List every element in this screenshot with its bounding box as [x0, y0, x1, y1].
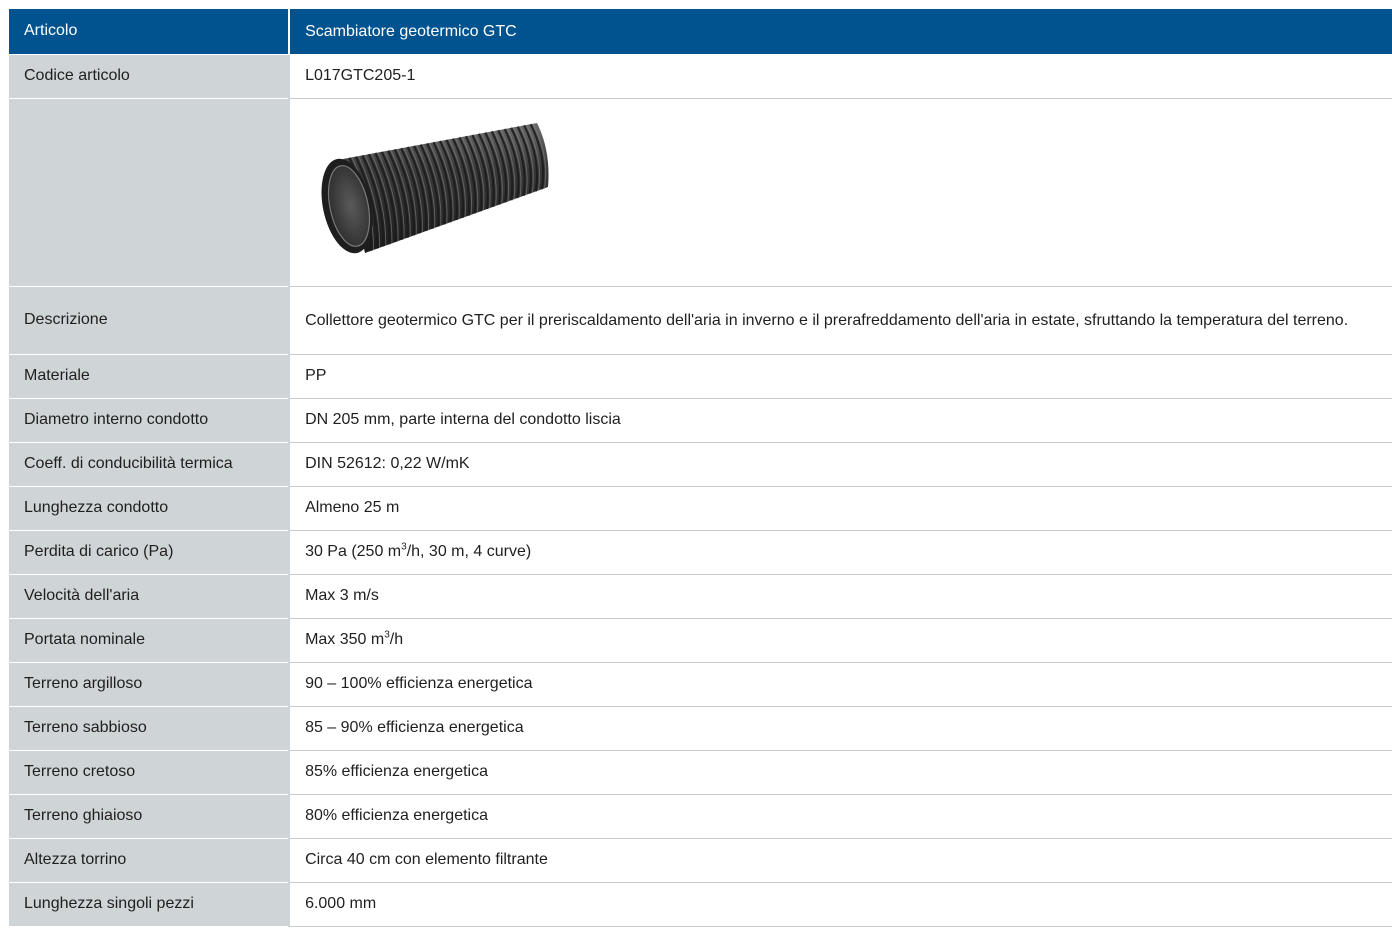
row-value: 80% efficienza energetica [288, 794, 1392, 839]
row-label: Diametro interno condotto [9, 397, 290, 443]
value-text: /h [389, 631, 404, 648]
header-row: Articolo Scambiatore geotermico GTC [9, 9, 1392, 54]
row-value: 90 – 100% efficienza energetica [288, 662, 1392, 707]
row-label: Coeff. di conducibilità termica [9, 441, 290, 487]
table-row: Diametro interno condotto DN 205 mm, par… [9, 397, 1392, 443]
table-row: Terreno argilloso 90 – 100% efficienza e… [9, 661, 1392, 707]
table-row: Materiale PP [9, 353, 1392, 399]
row-label: Terreno argilloso [9, 661, 290, 707]
row-value: Max 3 m/s [288, 574, 1392, 619]
row-label: Lunghezza condotto [9, 485, 290, 531]
description-row: Descrizione Collettore geotermico GTC pe… [9, 285, 1392, 355]
corrugated-pipe-image [305, 117, 555, 267]
row-value: 30 Pa (250 m3/h, 30 m, 4 curve) [288, 530, 1392, 575]
row-label: Terreno ghiaioso [9, 793, 290, 839]
row-value: Max 350 m3/h [288, 618, 1392, 663]
value-text: /h, 30 m, 4 curve) [406, 543, 532, 560]
table-row: Terreno sabbioso 85 – 90% efficienza ene… [9, 705, 1392, 751]
table-row: Coeff. di conducibilità termica DIN 5261… [9, 441, 1392, 487]
table-row: Velocità dell'aria Max 3 m/s [9, 573, 1392, 619]
image-cell [288, 98, 1392, 287]
row-value: DIN 52612: 0,22 W/mK [288, 442, 1392, 487]
header-label: Articolo [9, 9, 291, 54]
spec-table: Articolo Scambiatore geotermico GTC Codi… [9, 9, 1392, 927]
value-text: Max 350 m [305, 631, 385, 648]
row-value: PP [288, 354, 1392, 399]
header-value: Scambiatore geotermico GTC [289, 9, 1392, 54]
table-row: Altezza torrino Circa 40 cm con elemento… [9, 837, 1392, 883]
row-label: Perdita di carico (Pa) [9, 529, 290, 575]
row-value: DN 205 mm, parte interna del condotto li… [288, 398, 1392, 443]
table-row: Terreno ghiaioso 80% efficienza energeti… [9, 793, 1392, 839]
row-label: Materiale [9, 353, 290, 399]
table-row: Codice articolo L017GTC205-1 [9, 53, 1392, 99]
row-label: Velocità dell'aria [9, 573, 290, 619]
row-label: Terreno cretoso [9, 749, 290, 795]
row-label: Lunghezza singoli pezzi [9, 881, 290, 927]
row-label: Terreno sabbioso [9, 705, 290, 751]
table-row: Lunghezza singoli pezzi 6.000 mm [9, 881, 1392, 927]
row-label [9, 97, 290, 287]
row-label: Portata nominale [9, 617, 290, 663]
row-value: L017GTC205-1 [288, 54, 1392, 99]
row-label: Descrizione [9, 285, 290, 355]
table-row: Portata nominale Max 350 m3/h [9, 617, 1392, 663]
row-value: Collettore geotermico GTC per il prerisc… [288, 286, 1392, 355]
table-row: Terreno cretoso 85% efficienza energetic… [9, 749, 1392, 795]
row-label: Codice articolo [9, 53, 290, 99]
row-value: Circa 40 cm con elemento filtrante [288, 838, 1392, 883]
table-row: Lunghezza condotto Almeno 25 m [9, 485, 1392, 531]
row-label: Altezza torrino [9, 837, 290, 883]
table-row: Perdita di carico (Pa) 30 Pa (250 m3/h, … [9, 529, 1392, 575]
value-text: 30 Pa (250 m [305, 543, 402, 560]
row-value: 85% efficienza energetica [288, 750, 1392, 795]
image-row [9, 97, 1392, 287]
row-value: 6.000 mm [288, 882, 1392, 927]
row-value: Almeno 25 m [288, 486, 1392, 531]
row-value: 85 – 90% efficienza energetica [288, 706, 1392, 751]
